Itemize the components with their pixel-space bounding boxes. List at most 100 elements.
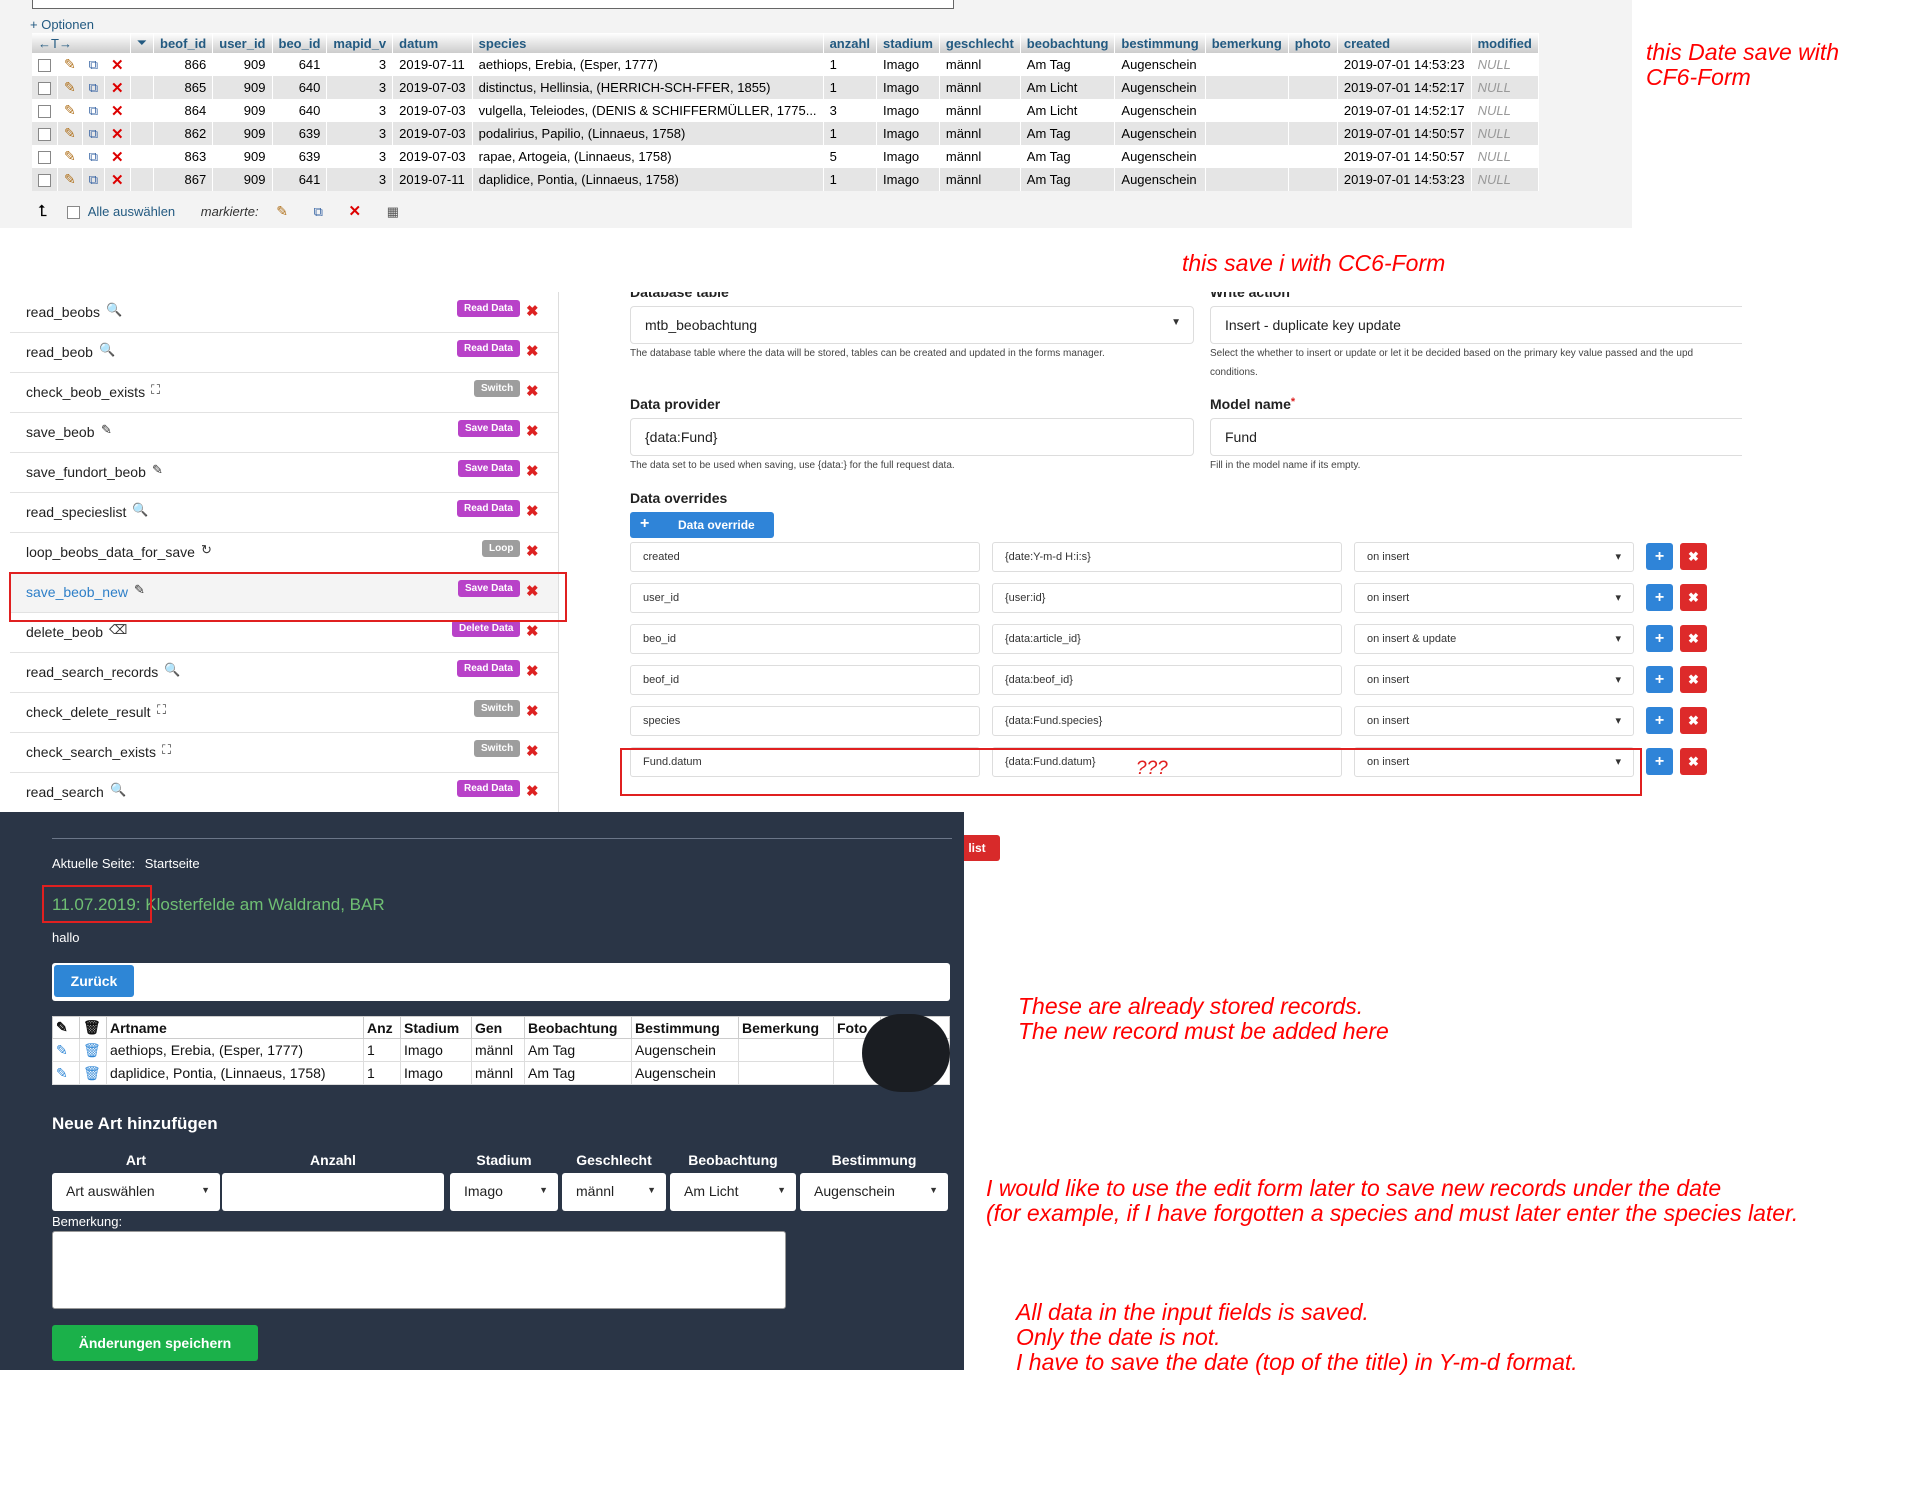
column-header-created[interactable]: created [1337, 33, 1472, 53]
column-header-beof_id[interactable]: beof_id [153, 33, 214, 53]
column-header-stadium[interactable]: stadium [876, 33, 940, 53]
row-checkbox[interactable] [32, 168, 58, 191]
remove-action-icon[interactable]: ✖ [526, 502, 539, 520]
edit-record-icon[interactable]: ✎ [52, 1038, 80, 1062]
delete-marked-icon[interactable]: ✕ [348, 203, 361, 220]
edit-icon[interactable]: ✎ [57, 99, 83, 122]
export-marked-icon[interactable]: ▦ [387, 204, 399, 219]
data-provider-input[interactable]: {data:Fund} [630, 418, 1194, 456]
delete-record-icon[interactable]: 🗑 [79, 1038, 107, 1062]
select-all-checkbox[interactable] [67, 206, 81, 220]
edit-marked-icon[interactable]: ✎ [276, 203, 288, 219]
action-name[interactable]: check_search_exists [26, 744, 156, 760]
override-mode-select[interactable]: on insert ▾ [1354, 583, 1634, 613]
remove-action-icon[interactable]: ✖ [526, 702, 539, 720]
add-override-button[interactable]: + Data override [630, 512, 774, 538]
override-mode-select[interactable]: on insert ▾ [1354, 665, 1634, 695]
column-header-species[interactable]: species [472, 33, 824, 53]
checkbox[interactable] [38, 105, 51, 119]
back-button[interactable]: Zurück [54, 965, 134, 997]
column-header-beobachtung[interactable]: beobachtung [1020, 33, 1116, 53]
action-item-save_fundort_beob[interactable]: save_fundort_beob ✎ Save Data ✖ [10, 452, 558, 493]
override-value-input[interactable]: {user:id} [992, 583, 1342, 613]
override-value-input[interactable]: {data:beof_id} [992, 665, 1342, 695]
remove-action-icon[interactable]: ✖ [526, 742, 539, 760]
override-field-input[interactable]: user_id [630, 583, 980, 613]
edit-icon[interactable]: ✎ [57, 53, 83, 76]
delete-icon[interactable]: ✕ [104, 122, 131, 145]
row-checkbox[interactable] [32, 99, 58, 122]
add-row-button[interactable]: + [1646, 707, 1673, 734]
copy-icon[interactable]: ⧉ [82, 122, 106, 145]
model-name-input[interactable]: Fund [1210, 418, 1742, 456]
column-header-geschlecht[interactable]: geschlecht [939, 33, 1021, 53]
action-item-read_beob[interactable]: read_beob 🔍 Read Data ✖ [10, 332, 558, 373]
determination-select[interactable]: Augenschein ▼ [800, 1173, 948, 1211]
action-name[interactable]: delete_beob [26, 624, 103, 640]
override-field-input[interactable]: beof_id [630, 665, 980, 695]
action-item-read_specieslist[interactable]: read_specieslist 🔍 Read Data ✖ [10, 492, 558, 533]
checkbox[interactable] [38, 174, 51, 188]
add-row-button[interactable]: + [1646, 584, 1673, 611]
copy-icon[interactable]: ⧉ [82, 53, 106, 76]
action-item-check_search_exists[interactable]: check_search_exists ⛶ Switch ✖ [10, 732, 558, 773]
action-name[interactable]: save_beob [26, 424, 95, 440]
action-name[interactable]: loop_beobs_data_for_save [26, 544, 195, 560]
override-field-input[interactable]: beo_id [630, 624, 980, 654]
remove-action-icon[interactable]: ✖ [526, 622, 539, 640]
quantity-input[interactable] [222, 1173, 444, 1211]
column-header-mapid_v[interactable]: mapid_v [326, 33, 394, 53]
copy-icon[interactable]: ⧉ [82, 99, 106, 122]
override-field-input[interactable]: created [630, 542, 980, 572]
override-mode-select[interactable]: on insert ▾ [1354, 706, 1634, 736]
action-item-read_search[interactable]: read_search 🔍 Read Data ✖ [10, 772, 558, 813]
remove-row-button[interactable]: ✖ [1680, 707, 1707, 734]
checkbox[interactable] [38, 151, 51, 165]
remove-action-icon[interactable]: ✖ [526, 302, 539, 320]
column-header-beo_id[interactable]: beo_id [272, 33, 328, 53]
save-changes-button[interactable]: Änderungen speichern [52, 1325, 258, 1361]
sex-select[interactable]: männl ▼ [562, 1173, 666, 1211]
edit-record-icon[interactable]: ✎ [52, 1061, 80, 1085]
remove-action-icon[interactable]: ✖ [526, 782, 539, 800]
override-field-input[interactable]: species [630, 706, 980, 736]
remove-row-button[interactable]: ✖ [1680, 625, 1707, 652]
checkbox[interactable] [38, 82, 51, 96]
edit-icon[interactable]: ✎ [57, 76, 83, 99]
delete-record-icon[interactable]: 🗑 [79, 1061, 107, 1085]
copy-marked-icon[interactable]: ⧉ [314, 204, 323, 219]
column-header-photo[interactable]: photo [1288, 33, 1338, 53]
db-table-select[interactable]: mtb_beobachtung ▼ [630, 306, 1194, 344]
action-name[interactable]: check_beob_exists [26, 384, 145, 400]
remove-row-button[interactable]: ✖ [1680, 543, 1707, 570]
sort-controls[interactable]: ←T→ [32, 33, 131, 53]
edit-icon[interactable]: ✎ [57, 145, 83, 168]
remove-action-icon[interactable]: ✖ [526, 662, 539, 680]
observation-select[interactable]: Am Licht ▼ [670, 1173, 796, 1211]
override-value-input[interactable]: {data:article_id} [992, 624, 1342, 654]
edit-icon[interactable]: ✎ [57, 122, 83, 145]
row-checkbox[interactable] [32, 53, 58, 76]
action-name[interactable]: check_delete_result [26, 704, 151, 720]
override-mode-select[interactable]: on insert & update ▾ [1354, 624, 1634, 654]
remove-row-button[interactable]: ✖ [1680, 584, 1707, 611]
checkbox[interactable] [38, 128, 51, 142]
override-value-input[interactable]: {date:Y-m-d H:i:s} [992, 542, 1342, 572]
delete-icon[interactable]: ✕ [104, 99, 131, 122]
remove-row-button[interactable]: ✖ [1680, 748, 1707, 775]
remove-action-icon[interactable]: ✖ [526, 342, 539, 360]
species-select[interactable]: Art auswählen ▼ [52, 1173, 220, 1211]
remove-action-icon[interactable]: ✖ [526, 382, 539, 400]
breadcrumb-current[interactable]: Startseite [145, 856, 200, 871]
action-name[interactable]: save_fundort_beob [26, 464, 146, 480]
stage-select[interactable]: Imago ▼ [450, 1173, 558, 1211]
checkbox[interactable] [38, 59, 51, 73]
add-row-button[interactable]: + [1646, 625, 1673, 652]
action-item-check_delete_result[interactable]: check_delete_result ⛶ Switch ✖ [10, 692, 558, 733]
copy-icon[interactable]: ⧉ [82, 145, 106, 168]
column-header-anzahl[interactable]: anzahl [823, 33, 878, 53]
remove-action-icon[interactable]: ✖ [526, 462, 539, 480]
remove-row-button[interactable]: ✖ [1680, 666, 1707, 693]
column-header-user_id[interactable]: user_id [212, 33, 273, 53]
action-name[interactable]: read_specieslist [26, 504, 126, 520]
